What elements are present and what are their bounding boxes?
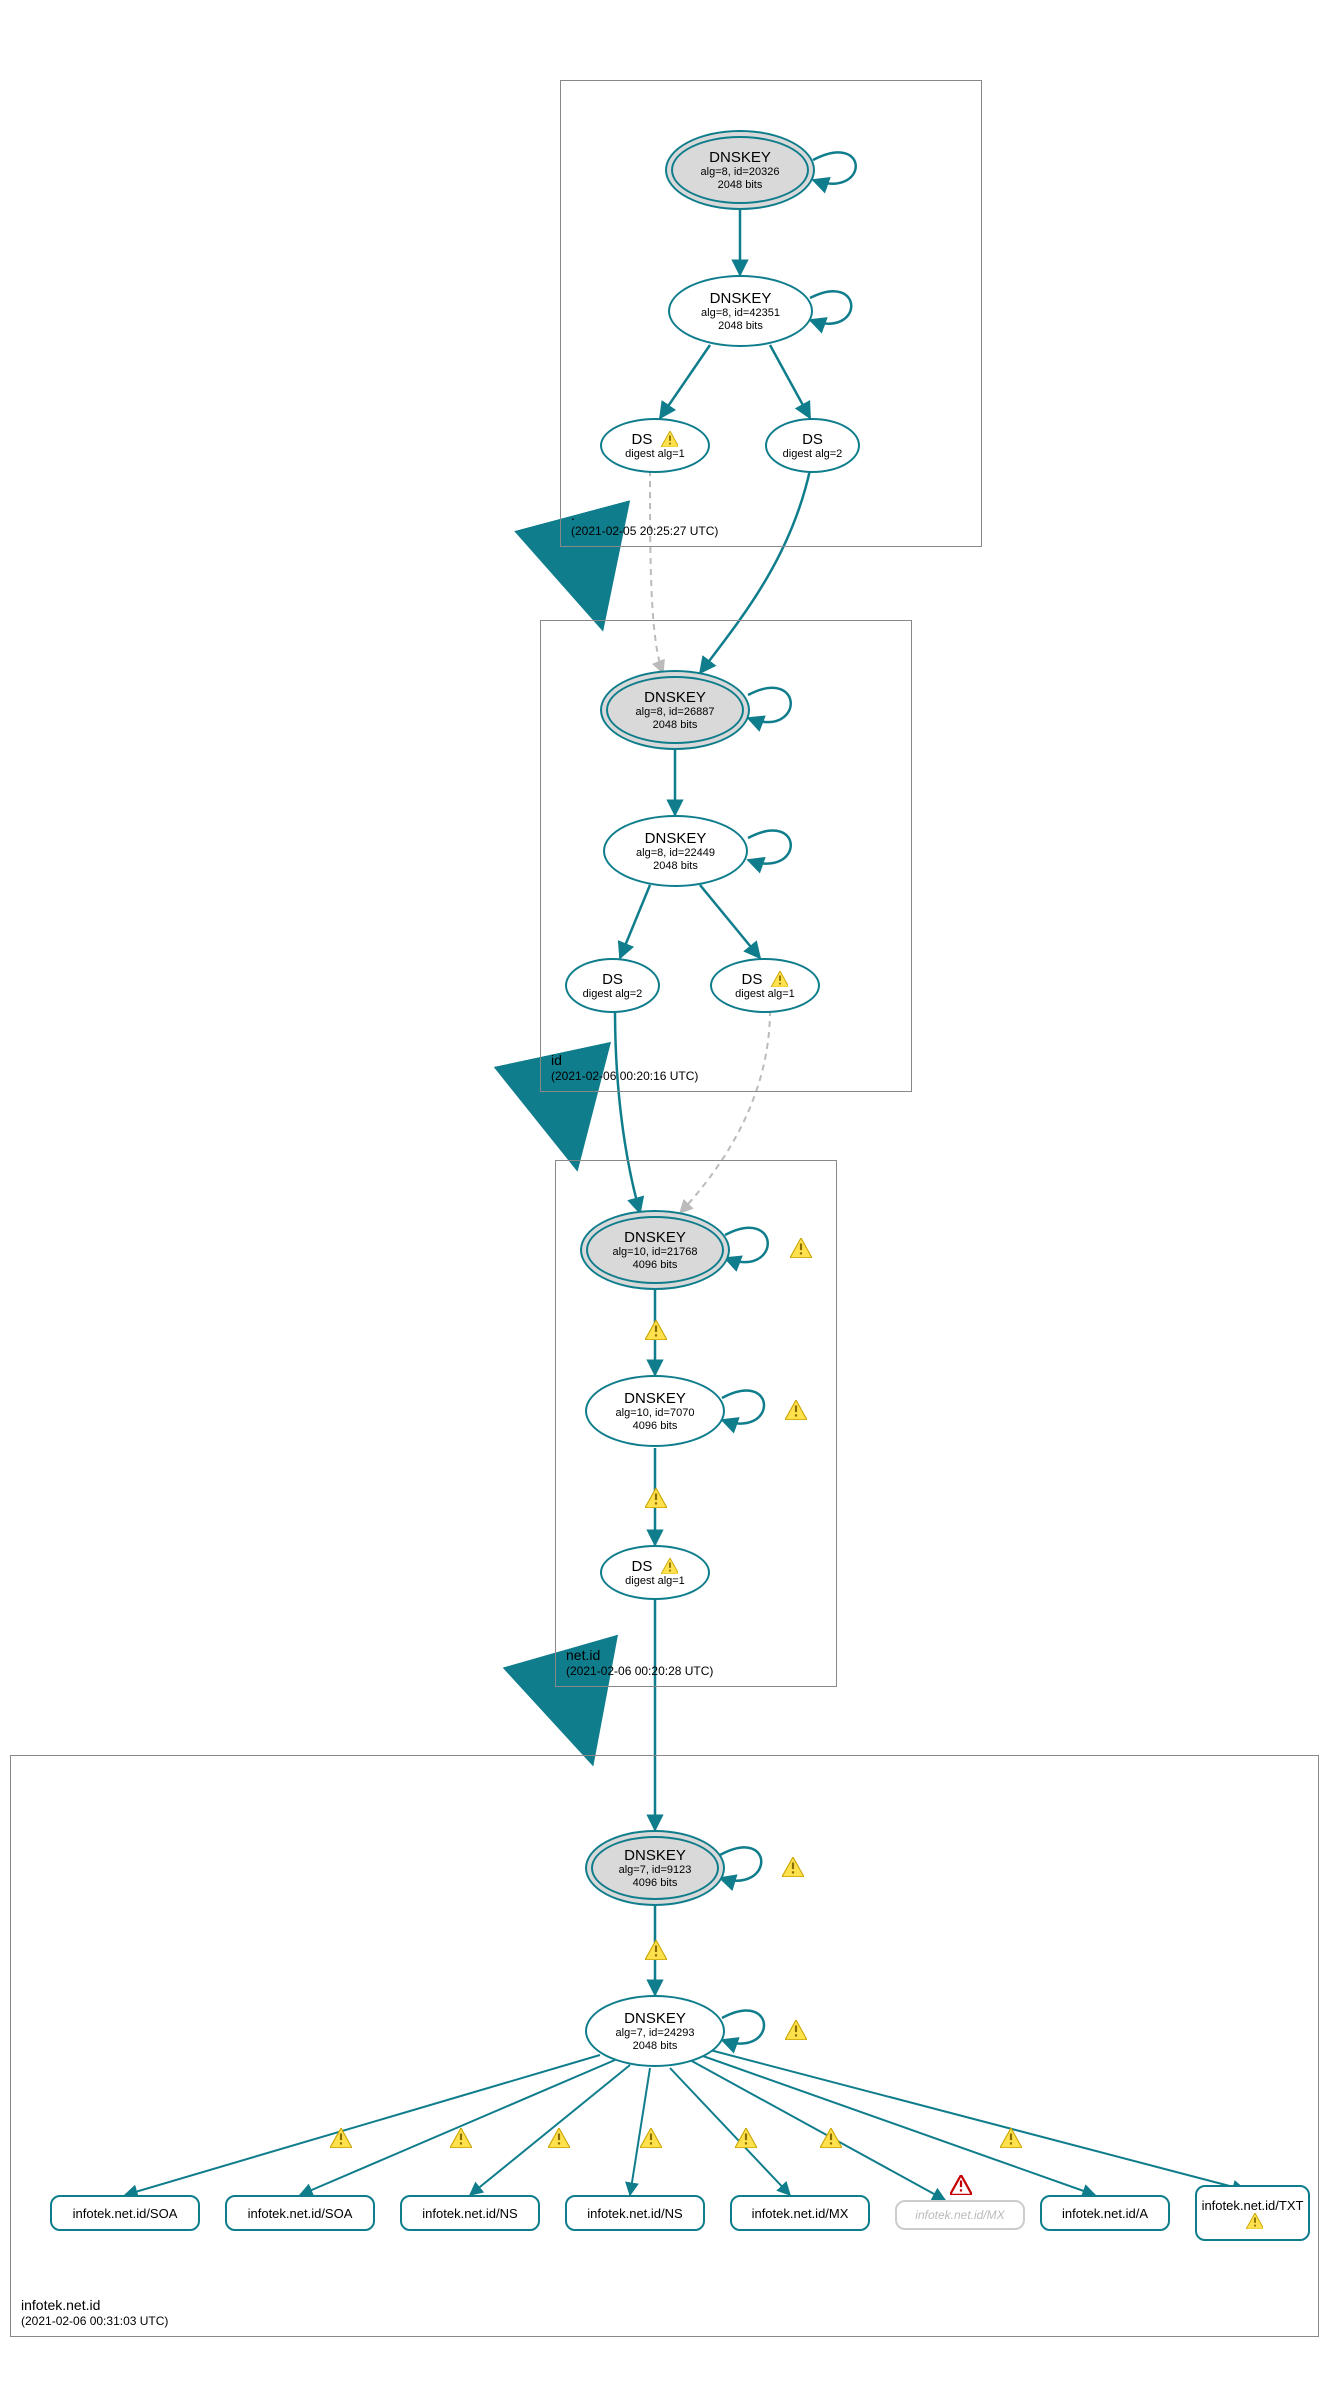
zone-infotek-label: infotek.net.id (2021-02-06 00:31:03 UTC) <box>21 2296 168 2330</box>
warning-icon <box>782 1857 804 1877</box>
root-ksk-line2: 2048 bits <box>718 179 763 192</box>
netid-ds1-sub: digest alg=1 <box>625 1575 685 1588</box>
zone-netid-ts: (2021-02-06 00:20:28 UTC) <box>566 1664 713 1680</box>
warning-icon <box>330 2128 352 2148</box>
id-ds1[interactable]: DS digest alg=1 <box>710 958 820 1013</box>
error-icon <box>950 2175 972 2195</box>
rrset-txt[interactable]: infotek.net.id/TXT <box>1195 2185 1310 2241</box>
netid-ksk[interactable]: DNSKEY alg=10, id=21768 4096 bits <box>580 1210 730 1290</box>
inf-ksk-line2: 4096 bits <box>633 1877 678 1890</box>
warning-icon <box>645 1488 667 1508</box>
id-ds1-title-text: DS <box>741 971 762 988</box>
inf-ksk[interactable]: DNSKEY alg=7, id=9123 4096 bits <box>585 1830 725 1906</box>
netid-ksk-title: DNSKEY <box>624 1229 686 1246</box>
id-ds1-title: DS <box>741 971 788 988</box>
root-zsk-line2: 2048 bits <box>718 320 763 333</box>
zone-root-ts: (2021-02-05 20:25:27 UTC) <box>571 524 718 540</box>
id-zsk-line1: alg=8, id=22449 <box>636 847 715 860</box>
inf-zsk-title: DNSKEY <box>624 2010 686 2027</box>
root-ds2-title: DS <box>802 431 823 448</box>
warning-icon <box>645 1320 667 1340</box>
warning-icon <box>785 1400 807 1420</box>
warning-icon <box>820 2128 842 2148</box>
id-ds1-sub: digest alg=1 <box>735 988 795 1001</box>
zone-infotek-name: infotek.net.id <box>21 2296 168 2314</box>
root-zsk[interactable]: DNSKEY alg=8, id=42351 2048 bits <box>668 275 813 347</box>
root-ksk-title: DNSKEY <box>709 149 771 166</box>
netid-ksk-line2: 4096 bits <box>633 1259 678 1272</box>
root-ksk[interactable]: DNSKEY alg=8, id=20326 2048 bits <box>665 130 815 210</box>
zone-infotek-ts: (2021-02-06 00:31:03 UTC) <box>21 2314 168 2330</box>
id-ds2-title: DS <box>602 971 623 988</box>
warning-icon <box>640 2128 662 2148</box>
inf-zsk-line1: alg=7, id=24293 <box>616 2027 695 2040</box>
warning-icon <box>1246 2213 1264 2229</box>
zone-id-ts: (2021-02-06 00:20:16 UTC) <box>551 1069 698 1085</box>
inf-zsk-line2: 2048 bits <box>633 2040 678 2053</box>
id-zsk[interactable]: DNSKEY alg=8, id=22449 2048 bits <box>603 815 748 887</box>
warning-icon <box>790 1238 812 1258</box>
id-ksk-line2: 2048 bits <box>653 719 698 732</box>
netid-ds1[interactable]: DS digest alg=1 <box>600 1545 710 1600</box>
netid-zsk-line1: alg=10, id=7070 <box>616 1407 695 1420</box>
id-zsk-title: DNSKEY <box>645 830 707 847</box>
id-ds2[interactable]: DS digest alg=2 <box>565 958 660 1013</box>
id-zsk-line2: 2048 bits <box>653 860 698 873</box>
id-ksk-title: DNSKEY <box>644 689 706 706</box>
warning-icon <box>785 2020 807 2040</box>
warning-icon <box>645 1940 667 1960</box>
id-ksk-line1: alg=8, id=26887 <box>636 706 715 719</box>
netid-ksk-line1: alg=10, id=21768 <box>612 1246 697 1259</box>
warning-icon <box>735 2128 757 2148</box>
id-ds2-sub: digest alg=2 <box>583 988 643 1001</box>
zone-root-label: . (2021-02-05 20:25:27 UTC) <box>571 506 718 540</box>
zone-id-name: id <box>551 1051 698 1069</box>
rrset-txt-label: infotek.net.id/TXT <box>1202 2198 1304 2213</box>
warning-icon <box>548 2128 570 2148</box>
rrset-mx1[interactable]: infotek.net.id/MX <box>730 2195 870 2231</box>
inf-ksk-title: DNSKEY <box>624 1847 686 1864</box>
warning-icon <box>771 971 789 987</box>
warning-icon <box>1000 2128 1022 2148</box>
root-zsk-line1: alg=8, id=42351 <box>701 307 780 320</box>
netid-ds1-title-text: DS <box>631 1558 652 1575</box>
root-ds2-sub: digest alg=2 <box>783 448 843 461</box>
rrset-soa1[interactable]: infotek.net.id/SOA <box>50 2195 200 2231</box>
rrset-a[interactable]: infotek.net.id/A <box>1040 2195 1170 2231</box>
netid-ds1-title: DS <box>631 1558 678 1575</box>
warning-icon <box>661 431 679 447</box>
root-ds1-title: DS <box>631 431 678 448</box>
rrset-mx2[interactable]: infotek.net.id/MX <box>895 2200 1025 2230</box>
netid-zsk[interactable]: DNSKEY alg=10, id=7070 4096 bits <box>585 1375 725 1447</box>
zone-root-name: . <box>571 506 718 524</box>
netid-zsk-title: DNSKEY <box>624 1390 686 1407</box>
rrset-soa2[interactable]: infotek.net.id/SOA <box>225 2195 375 2231</box>
inf-ksk-line1: alg=7, id=9123 <box>619 1864 692 1877</box>
zone-id-label: id (2021-02-06 00:20:16 UTC) <box>551 1051 698 1085</box>
rrset-ns2[interactable]: infotek.net.id/NS <box>565 2195 705 2231</box>
root-ksk-line1: alg=8, id=20326 <box>701 166 780 179</box>
zone-netid-label: net.id (2021-02-06 00:20:28 UTC) <box>566 1646 713 1680</box>
root-ds1-sub: digest alg=1 <box>625 448 685 461</box>
id-ksk[interactable]: DNSKEY alg=8, id=26887 2048 bits <box>600 670 750 750</box>
root-ds1[interactable]: DS digest alg=1 <box>600 418 710 473</box>
warning-icon <box>661 1558 679 1574</box>
root-ds2[interactable]: DS digest alg=2 <box>765 418 860 473</box>
warning-icon <box>450 2128 472 2148</box>
root-ds1-title-text: DS <box>631 431 652 448</box>
netid-zsk-line2: 4096 bits <box>633 1420 678 1433</box>
root-zsk-title: DNSKEY <box>710 290 772 307</box>
zone-netid-name: net.id <box>566 1646 713 1664</box>
rrset-ns1[interactable]: infotek.net.id/NS <box>400 2195 540 2231</box>
inf-zsk[interactable]: DNSKEY alg=7, id=24293 2048 bits <box>585 1995 725 2067</box>
